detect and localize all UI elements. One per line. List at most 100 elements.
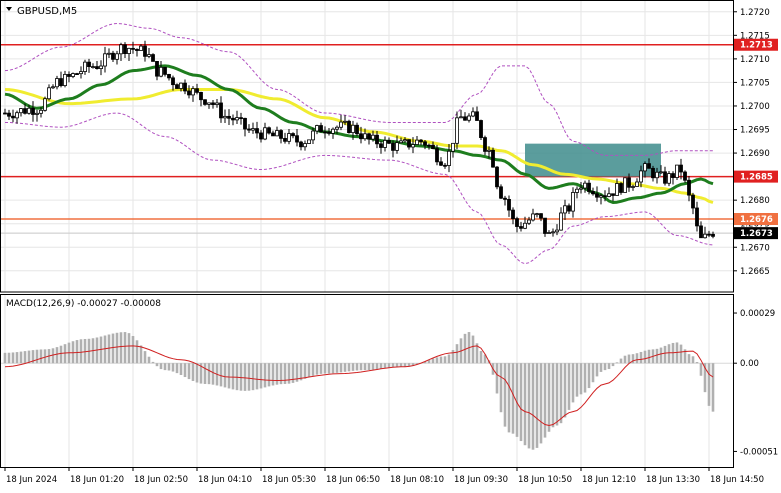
macd-histogram-bar [239,363,243,391]
time-tick-label: 18 Jun 05:30 [262,475,316,485]
candle-body [279,130,283,139]
price-tick-label: 1.2695 [740,126,770,136]
macd-histogram-bar [579,363,583,395]
macd-tick-label: -0.00051 [740,447,778,457]
candle-body [603,195,607,198]
macd-histogram-bar [135,340,139,364]
macd-histogram-bar [123,332,127,364]
candle-body [463,116,467,121]
candle-body [343,120,347,123]
macd-histogram-bar [111,333,115,364]
macd-histogram-bar [339,363,343,373]
candle-body [363,133,367,140]
candle-body [91,66,95,68]
candle-body [219,102,223,119]
candle-body [695,207,699,227]
candle-body [419,139,423,143]
macd-histogram-bar [127,333,131,364]
candle [499,184,503,199]
macd-histogram-bar [263,363,267,388]
candle-body [519,226,523,229]
candle-body [323,131,327,134]
candle-body [15,112,19,119]
candle-body [659,171,663,174]
candle-body [371,134,375,140]
candle-body [43,98,47,111]
candle-body [171,77,175,86]
macd-histogram-bar [219,363,223,387]
candle-body [387,140,391,144]
candle-body [99,65,103,69]
macd-histogram-bar [543,363,547,438]
candle-body [435,148,439,163]
candle-body [83,61,87,72]
candle-body [395,142,399,151]
candle-body [311,130,315,141]
macd-histogram-bar [195,363,199,383]
price-tick-label: 1.2665 [740,267,770,277]
candle-body [383,140,387,148]
candle-body [291,133,295,137]
candle-body [299,141,303,148]
macd-histogram-bar [375,363,379,370]
candle-body [527,219,531,224]
candle-body [151,54,155,62]
candle-body [539,213,543,219]
macd-histogram-bar [655,348,659,364]
macd-histogram-bar [271,363,275,386]
candle-body [263,127,267,140]
macd-histogram-bar [679,344,683,364]
macd-histogram-bar [435,357,439,364]
candle-body [499,186,503,199]
macd-histogram-bar [367,363,371,371]
macd-histogram-bar [23,351,27,364]
candle-body [495,166,499,188]
candle-body [703,233,707,239]
macd-histogram-bar [15,352,19,364]
macd-histogram-bar [611,363,615,367]
candle-body [599,195,603,198]
candle-body [243,117,247,130]
macd-histogram-bar [179,363,183,375]
candle-body [399,140,403,144]
candle-body [683,171,687,181]
time-tick-label: 18 Jun 12:10 [582,475,636,485]
candle-body [55,78,59,88]
candle-body [507,199,511,211]
price-tick-label: 1.2690 [740,149,770,159]
candle-body [447,150,451,166]
candle-body [239,117,243,120]
candle-body [159,66,163,77]
macd-histogram-bar [619,358,623,364]
macd-histogram-bar [3,352,7,364]
candle-body [163,66,167,75]
candle-body [707,233,711,236]
macd-histogram-bar [663,345,667,364]
macd-histogram-bar [443,356,447,364]
candle-body [271,132,275,137]
candle-body [511,209,515,220]
candle-body [359,133,363,140]
macd-histogram-bar [347,363,351,372]
macd-histogram-bar [55,347,59,364]
candle-body [547,232,551,234]
macd-histogram-bar [371,363,375,370]
macd-histogram-bar [63,344,67,364]
macd-histogram-bar [383,363,387,369]
candle-body [247,128,251,131]
candle [267,126,271,135]
candle-body [335,126,339,130]
candle-body [471,111,475,117]
candle-body [679,164,683,173]
macd-histogram-bar [259,363,263,389]
candle-body [523,222,527,229]
candle-body [135,48,139,51]
macd-tick-label: 0.00029 [740,309,775,319]
candle-body [175,84,179,89]
candle-body [147,54,151,57]
macd-histogram-bar [231,363,235,390]
candle-body [307,139,311,144]
candle-body [211,102,215,105]
candle-body [303,143,307,148]
candle-body [579,187,583,190]
